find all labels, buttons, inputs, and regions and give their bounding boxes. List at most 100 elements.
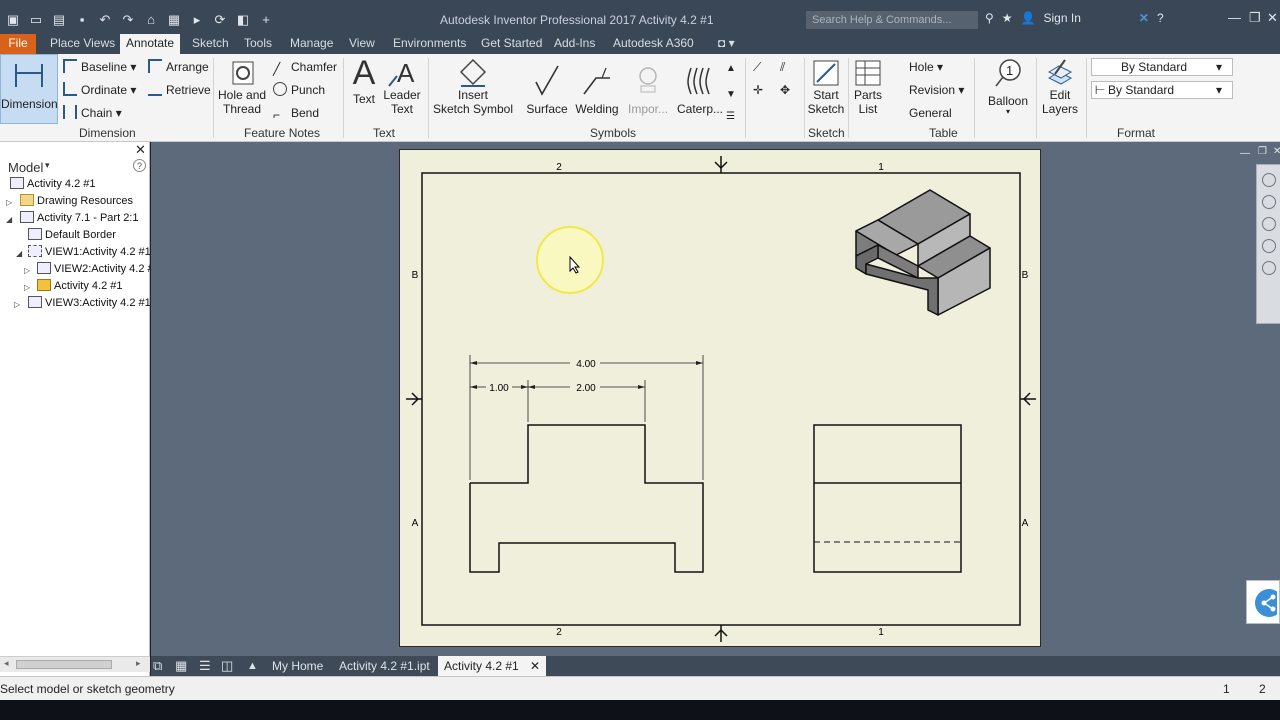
tab-environments[interactable]: Environments — [393, 34, 466, 54]
crosshair-icon[interactable]: + — [259, 13, 273, 27]
select-icon[interactable]: ▸ — [190, 13, 204, 27]
tab-file[interactable]: File — [0, 34, 36, 54]
doctab-my-home[interactable]: My Home — [272, 656, 323, 676]
center-mark-icon[interactable]: ✛ — [753, 81, 763, 99]
appearance-icon[interactable]: ◧ — [236, 13, 250, 27]
home-icon[interactable]: ⌂ — [144, 13, 158, 27]
tree-item-view1[interactable]: VIEW1:Activity 4.2 #1 — [28, 244, 151, 261]
tab-view[interactable]: View — [349, 34, 375, 54]
expand-icon[interactable]: ▷ — [6, 198, 12, 207]
leader-text-button[interactable]: A Leader Text — [383, 58, 421, 116]
expand-icon[interactable]: ▷ — [14, 300, 20, 309]
close-view-icon[interactable]: ✕ — [1273, 146, 1280, 157]
minimize-icon[interactable]: — — [1228, 10, 1241, 25]
print-icon[interactable]: ▦ — [167, 13, 181, 27]
collapse-icon[interactable]: ◢ — [6, 215, 12, 224]
chain-button[interactable]: Chain ▾ — [63, 104, 122, 122]
baseline-button[interactable]: Baseline ▾ — [63, 58, 136, 76]
binoculars-icon[interactable]: ⚲ — [985, 11, 994, 25]
pan-icon[interactable] — [1261, 195, 1276, 209]
retrieve-button[interactable]: Retrieve — [148, 81, 211, 99]
tile-icon[interactable]: ▦ — [175, 656, 187, 676]
expand-icon[interactable]: ▷ — [24, 266, 30, 275]
chevron-down-icon[interactable]: ▾ — [45, 160, 50, 171]
star-icon[interactable]: ★ — [1002, 11, 1013, 25]
doctab-part[interactable]: Activity 4.2 #1.ipt — [339, 656, 430, 676]
tree-item-sheet[interactable]: Activity 7.1 - Part 2:1 — [20, 210, 138, 227]
welding-button[interactable]: Welding — [574, 64, 620, 116]
cascade-icon[interactable]: ⧉ — [153, 656, 162, 676]
browser-scrollbar[interactable]: ◂ ▸ — [0, 656, 150, 672]
dimension-button[interactable]: Dimension — [0, 54, 58, 124]
navigation-bar[interactable] — [1256, 164, 1280, 324]
tab-autodesk-a360[interactable]: Autodesk A360 — [613, 34, 694, 54]
maximize-icon[interactable]: ❐ — [1249, 10, 1261, 26]
search-help-input[interactable]: Search Help & Commands... — [806, 11, 978, 29]
tree-item-drawing-resources[interactable]: Drawing Resources — [20, 193, 133, 210]
tab-annotate[interactable]: Annotate — [120, 34, 181, 54]
insert-sketch-symbol-button[interactable]: Insert Sketch Symbol — [432, 58, 514, 116]
gallery-more-icon[interactable]: ☰ — [726, 108, 735, 126]
hatch-icon[interactable]: ⫽ — [780, 58, 785, 76]
full-navigation-wheel-icon[interactable] — [1261, 173, 1276, 187]
gallery-down-icon[interactable]: ▼ — [726, 86, 736, 104]
tree-item-drawing[interactable]: Activity 4.2 #1 — [10, 176, 95, 193]
surface-button[interactable]: Surface — [526, 64, 568, 116]
update-icon[interactable]: ⟳ — [213, 13, 227, 27]
tree-item-default-border[interactable]: Default Border — [28, 227, 116, 244]
text-button[interactable]: A Text — [348, 56, 380, 106]
tile-vertical-icon[interactable]: ◫ — [221, 656, 233, 676]
help-icon[interactable]: ? — [133, 159, 146, 172]
orbit-icon[interactable] — [1261, 239, 1276, 253]
tab-manage[interactable]: Manage — [290, 34, 333, 54]
help-icon[interactable]: ? — [1157, 11, 1164, 25]
drawing-sheet[interactable]: 2 1 2 1 B A B A 4.00 1.00 2.00 — [399, 149, 1041, 647]
revision-table-button[interactable]: Revision ▾ — [891, 81, 964, 99]
save-icon[interactable]: ▪ — [75, 13, 89, 27]
new-icon[interactable]: ▭ — [29, 13, 43, 27]
video-icon[interactable]: ◘ ▾ — [718, 34, 735, 54]
tile-horizontal-icon[interactable]: ☰ — [199, 656, 211, 676]
browser-title[interactable]: Model — [8, 160, 43, 175]
edit-layers-button[interactable]: Edit Layers — [1040, 58, 1080, 116]
minimize-view-icon[interactable]: — — [1240, 148, 1250, 159]
gallery-up-icon[interactable]: ▲ — [726, 60, 736, 78]
tree-item-view3[interactable]: VIEW3:Activity 4.2 #1 — [28, 295, 151, 312]
tab-get-started[interactable]: Get Started — [481, 34, 542, 54]
tab-sketch[interactable]: Sketch — [192, 34, 229, 54]
bend-button[interactable]: ⌐ Bend — [273, 104, 319, 122]
arrange-button[interactable]: Arrange — [148, 58, 209, 76]
look-at-icon[interactable] — [1261, 261, 1276, 275]
chamfer-button[interactable]: ╱ Chamfer — [273, 58, 337, 76]
balloon-button[interactable]: 1 Balloon ▾ — [985, 58, 1031, 116]
tab-tools[interactable]: Tools — [244, 34, 272, 54]
zoom-icon[interactable] — [1261, 217, 1276, 231]
scroll-thumb[interactable] — [16, 660, 112, 669]
open-icon[interactable]: ▤ — [52, 13, 66, 27]
doctab-drawing[interactable]: Activity 4.2 #1 ✕ — [438, 656, 547, 676]
tab-place-views[interactable]: Place Views — [50, 34, 115, 54]
balloon-dropdown-icon[interactable]: ▾ — [985, 108, 1031, 116]
tree-item-part[interactable]: Activity 4.2 #1 — [37, 278, 122, 295]
center-pattern-icon[interactable]: ✥ — [780, 81, 790, 99]
close-icon[interactable]: ✕ — [1267, 10, 1278, 26]
punch-button[interactable]: Punch — [273, 81, 325, 99]
caterpillar-button[interactable]: Caterp... — [676, 64, 724, 116]
collapse-icon[interactable]: ◢ — [16, 249, 22, 258]
redo-icon[interactable]: ↷ — [121, 13, 135, 27]
style-select[interactable]: By Standard ▾ — [1091, 58, 1233, 76]
restore-view-icon[interactable]: ❐ — [1258, 146, 1267, 157]
layer-select[interactable]: ⊢ By Standard ▾ — [1091, 81, 1233, 99]
ordinate-button[interactable]: Ordinate ▾ — [63, 81, 136, 99]
sign-in-link[interactable]: Sign In — [1044, 11, 1081, 25]
arrange-up-icon[interactable]: ▲ — [247, 656, 258, 676]
undo-icon[interactable]: ↶ — [98, 13, 112, 27]
expand-icon[interactable]: ▷ — [24, 283, 30, 292]
hole-thread-button[interactable]: Hole and Thread — [218, 58, 266, 116]
hole-table-button[interactable]: Hole ▾ — [891, 58, 943, 76]
tab-add-ins[interactable]: Add-Ins — [554, 34, 595, 54]
import-button[interactable]: Impor... — [625, 64, 671, 116]
app-menu-icon[interactable]: ▣ — [6, 13, 20, 27]
share-view-button[interactable] — [1246, 580, 1280, 624]
close-tab-icon[interactable]: ✕ — [530, 659, 540, 673]
